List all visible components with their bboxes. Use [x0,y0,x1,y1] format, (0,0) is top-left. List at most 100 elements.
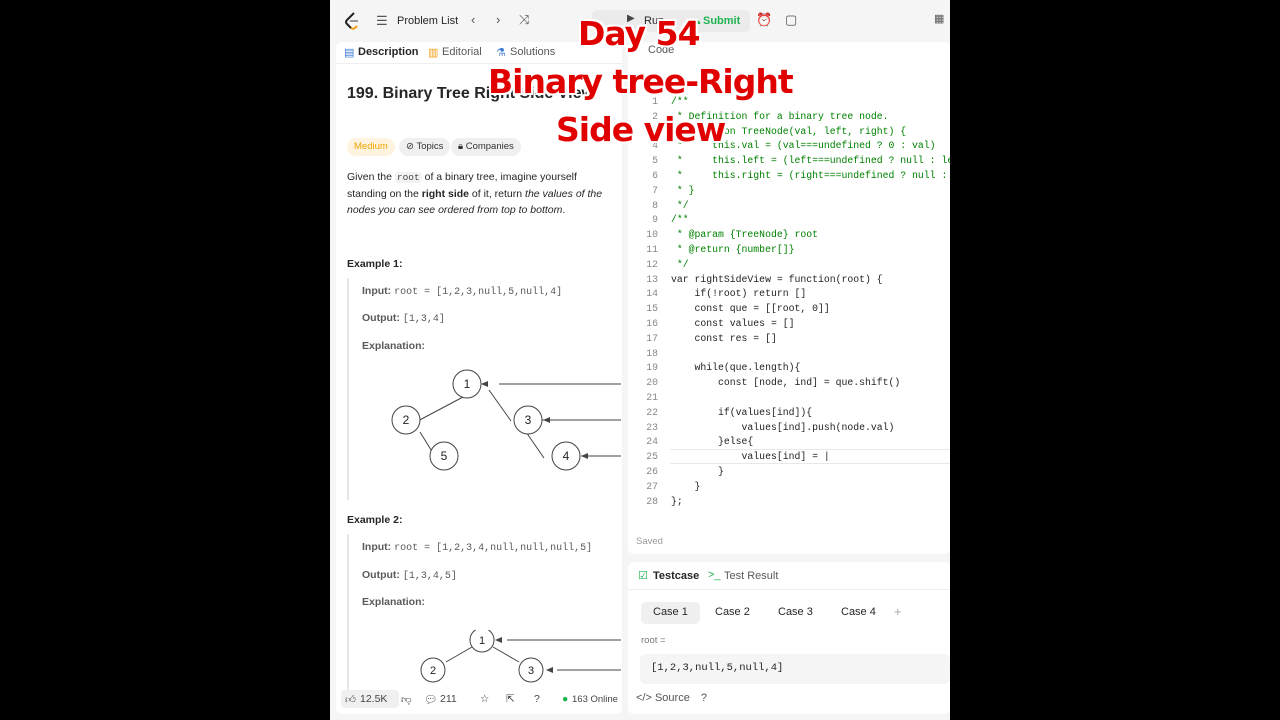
case-1-tab[interactable]: Case 1 [641,602,700,624]
output-value: [1,3,4] [402,314,445,325]
example-1-explanation: Explanation: [362,340,425,352]
code-text: */ [671,199,689,211]
example-2-heading: Example 2: [347,514,403,526]
input-label: Input: [362,541,392,553]
arrowhead-icon [481,381,488,387]
submit-button[interactable]: Submit [703,15,740,27]
notes-icon[interactable]: ▢ [785,12,797,28]
online-dot-icon: ● [562,693,569,705]
code-text: const [node, ind] = que.shift() [671,377,901,389]
code-line: 17 const res = [] [628,331,950,346]
arrowhead-icon [581,453,588,459]
code-text: while(que.length){ [671,362,801,374]
desc-text: . [562,204,566,216]
root-label: root = [641,635,666,646]
code-text: const que = [[root, 0]] [671,303,830,315]
code-line: 22 if(values[ind]){ [628,405,950,420]
arrowhead-icon [495,637,502,643]
code-line: 27 } [628,479,950,494]
thumbs-down-icon[interactable]: 👎︎ [401,693,412,706]
help-icon[interactable]: ? [534,693,540,705]
code-line: 26 } [628,464,950,479]
help-icon[interactable]: ? [701,692,707,704]
overlay-subtitle-caption: Side view [556,110,726,149]
tree-node-label: 3 [525,413,532,427]
problem-list-link[interactable]: Problem List [397,15,458,27]
code-text: * @return {number[]} [671,244,795,255]
output-value: [1,3,4,5] [402,571,457,582]
line-number: 27 [646,480,658,492]
code-text: if(!root) return [] [671,288,807,300]
share-icon[interactable]: ⇱ [506,693,515,705]
tab-solutions[interactable]: Solutions [510,46,555,58]
code-text: */ [671,258,689,270]
example-1-heading: Example 1: [347,258,403,270]
case-4-tab[interactable]: Case 4 [829,602,888,624]
add-case-icon[interactable]: + [894,604,902,619]
desc-text: of it, return [469,188,526,200]
code-text: /** [671,214,689,226]
prev-problem-icon[interactable]: ‹ [471,12,475,27]
testcase-panel: ☑ Testcase >_ Test Result Case 1 Case 2 … [628,562,950,714]
shuffle-icon[interactable]: ⤨ [519,12,529,28]
code-text: if(values[ind]){ [671,406,813,418]
companies-chip[interactable]: 🔒︎ Companies [451,138,521,156]
thumbs-up-icon[interactable]: 👍︎ [345,693,356,706]
tree-node-label: 2 [430,665,436,677]
root-input[interactable]: [1,2,3,null,5,null,4] [640,654,950,684]
example-1-input: Input: root = [1,2,3,null,5,null,4] [362,285,562,298]
testcase-icon: ☑ [638,570,648,582]
timer-icon[interactable]: ⏰ [756,12,772,28]
code-line: 9 /** [628,212,950,227]
line-number: 26 [646,466,658,477]
line-number: 28 [646,495,658,507]
code-line: 15 const que = [[root, 0]] [628,301,950,316]
line-number: 7 [652,184,658,196]
line-number: 17 [646,332,658,344]
layout-icon[interactable]: ▦ [934,12,944,25]
code-text: } [671,480,701,492]
desc-text: Given the [347,171,395,183]
overlay-title-caption: Binary tree-Right [488,62,794,101]
topics-chip[interactable]: ⊘ Topics [399,138,451,156]
output-label: Output: [362,569,400,581]
description-footer: 👍︎ 12.5K 👎︎ 💬︎ 211 ☆ ⇱ ? ● 163 Online [336,686,622,714]
code-text: const res = [] [671,332,777,344]
tree-node-label: 2 [403,413,410,427]
line-number: 8 [652,199,658,211]
leetcode-logo-icon[interactable] [344,12,360,30]
star-icon[interactable]: ☆ [480,693,489,705]
tree-node-label: 1 [464,377,471,391]
input-label: Input: [362,285,392,297]
code-line: 19 while(que.length){ [628,360,950,375]
difficulty-badge: Medium [347,138,395,156]
code-line: 25 values[ind] = | [628,449,950,464]
code-line: 16 const values = [] [628,316,950,331]
code-line: 5 * this.left = (left===undefined ? null… [628,153,950,168]
code-text: var rightSideView = function(root) { [671,273,883,285]
comments-icon[interactable]: 💬︎ [424,693,437,706]
line-number: 16 [646,318,658,329]
tab-test-result[interactable]: Test Result [724,570,778,582]
code-icon: </> [636,692,655,704]
save-status: Saved [636,536,663,547]
overlay-day-caption: Day 54 [578,14,701,53]
arrowhead-icon [543,417,550,423]
tab-editorial[interactable]: Editorial [442,46,482,58]
description-icon: ▤ [344,47,355,59]
tab-testcase[interactable]: Testcase [653,570,699,582]
companies-label: Companies [465,141,514,152]
code-line: 21 [628,390,950,405]
next-problem-icon[interactable]: › [496,12,500,27]
line-number: 10 [646,229,658,241]
code-text: }else{ [671,436,754,448]
source-link[interactable]: </> Source ? [636,692,707,704]
problem-list-icon[interactable]: ☰ [376,13,388,29]
line-number: 15 [646,303,658,315]
case-3-tab[interactable]: Case 3 [766,602,825,624]
likes-count: 12.5K [360,693,388,705]
tree-node-label: 1 [479,635,485,647]
case-2-tab[interactable]: Case 2 [703,602,762,624]
tab-description[interactable]: Description [358,46,419,58]
line-number: 19 [646,362,658,374]
